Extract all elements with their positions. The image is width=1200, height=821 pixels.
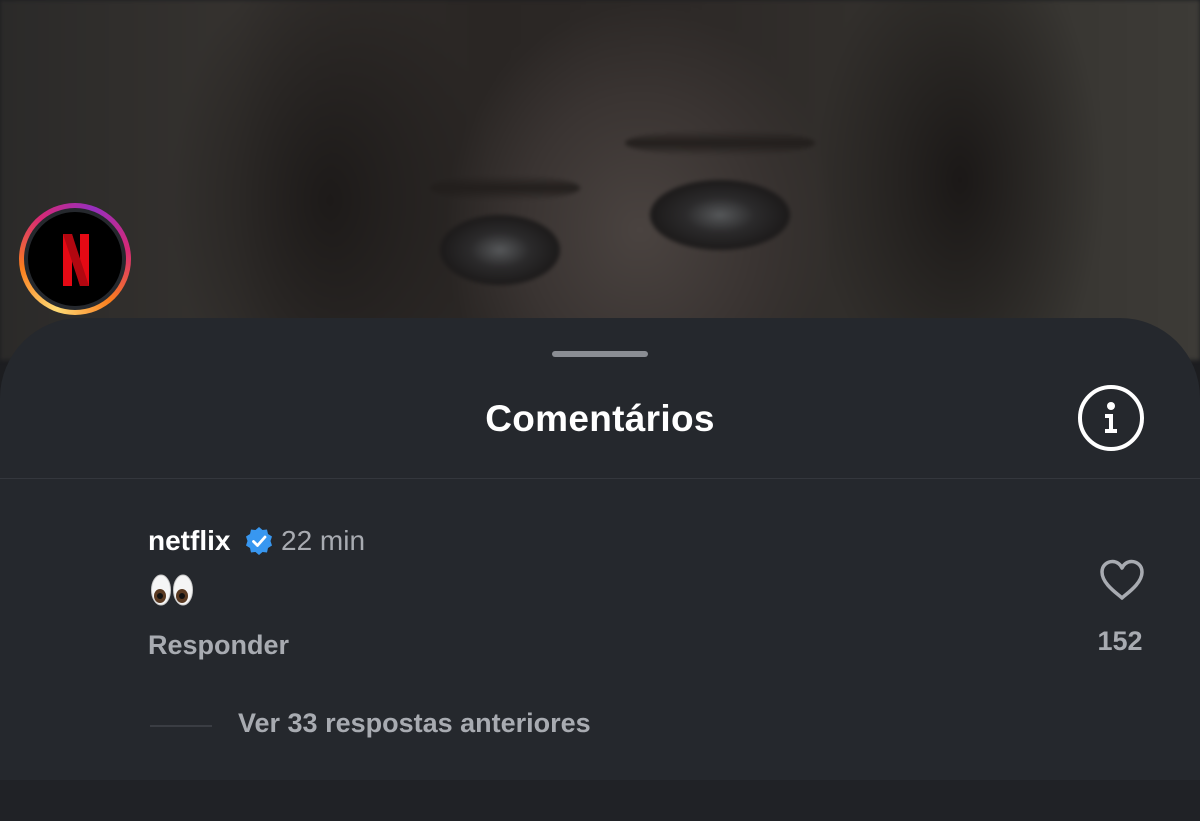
like-count: 152 [1097,626,1143,656]
video-detail [440,215,560,285]
background-video-frame[interactable] [0,0,1200,360]
bottom-bar [0,780,1200,821]
eyes-emoji-icon [151,574,193,606]
avatar[interactable] [19,203,131,315]
video-detail [430,175,580,201]
comment-timestamp: 22 min [281,525,366,556]
netflix-logo-icon [28,212,122,306]
sheet-drag-handle[interactable] [552,351,648,357]
comments-screen: Comentários netflix 22 min Responder 152… [0,0,1200,821]
video-detail [625,130,815,156]
view-replies-button[interactable]: Ver 33 respostas anteriores [238,708,591,739]
sheet-title: Comentários [485,398,715,439]
video-detail [650,180,790,250]
heart-outline-icon[interactable] [1098,558,1146,602]
header-divider [0,478,1200,479]
comments-sheet: Comentários [0,318,1200,821]
reply-button[interactable]: Responder [148,630,289,661]
comment-username[interactable]: netflix [148,525,230,557]
info-circle-icon[interactable] [1078,385,1144,451]
verified-badge-icon [246,527,272,555]
replies-divider [150,725,212,727]
